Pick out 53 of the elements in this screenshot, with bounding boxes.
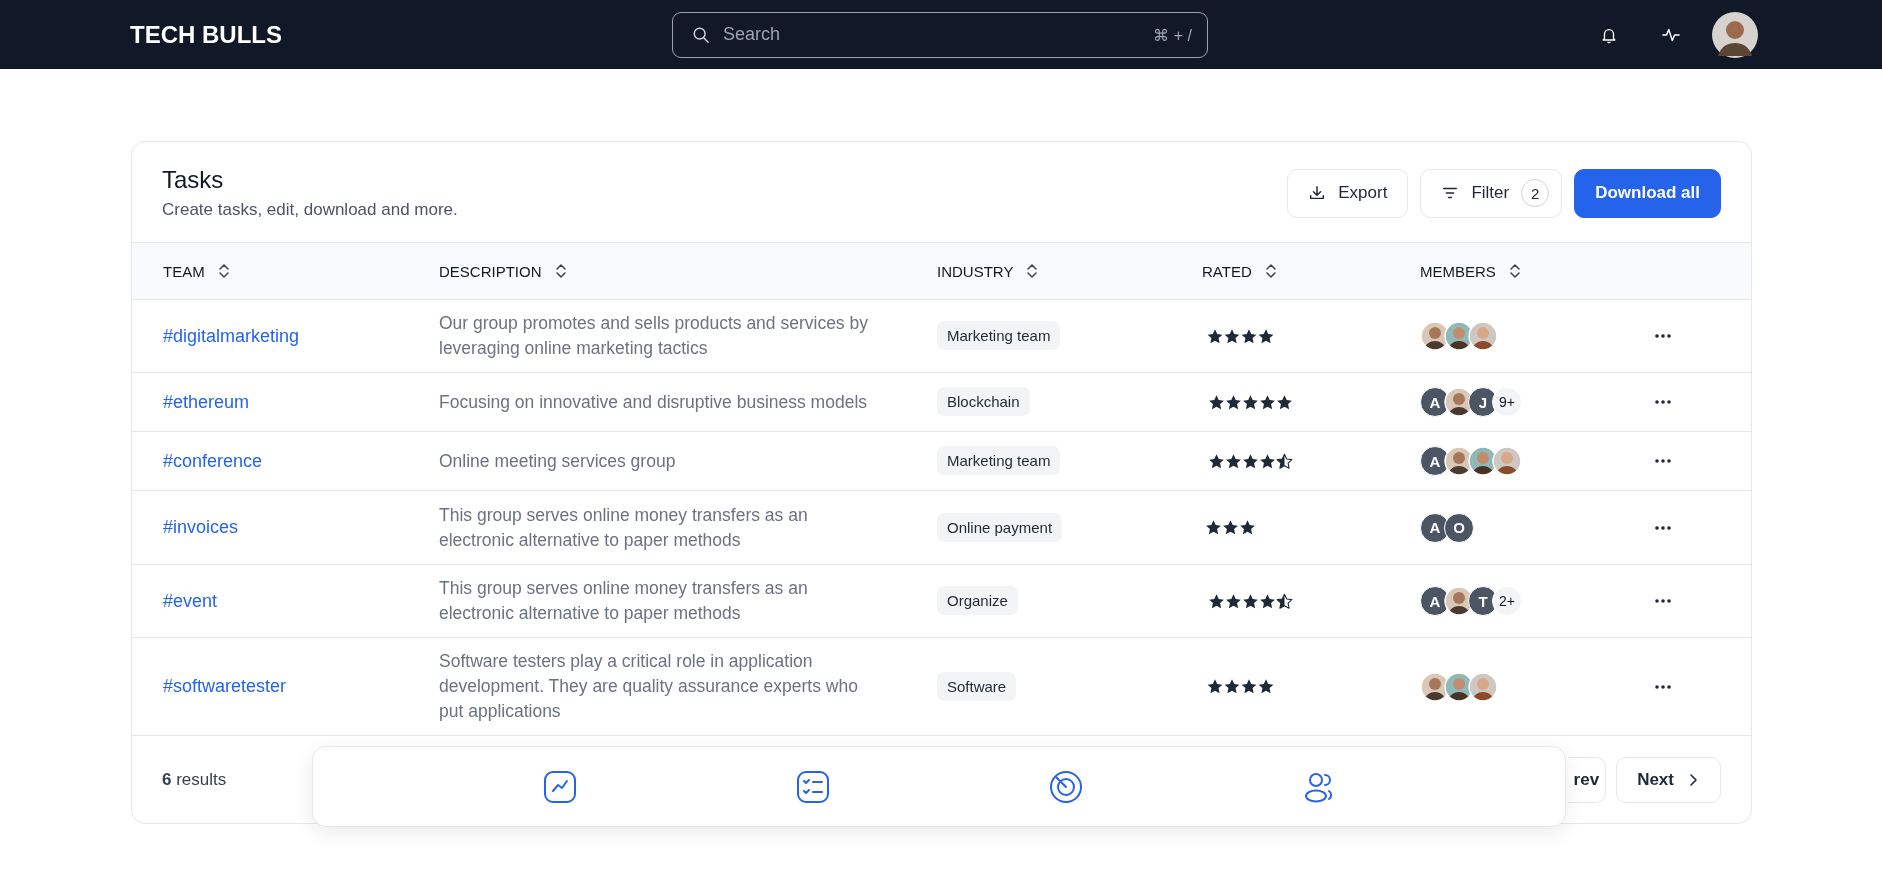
industry-tag: Marketing team <box>937 321 1061 350</box>
team-link[interactable]: #softwaretester <box>163 676 287 696</box>
column-header[interactable]: DESCRIPTION <box>439 262 568 280</box>
team-link[interactable]: #digitalmarketing <box>163 325 300 346</box>
checklist-icon[interactable] <box>794 768 831 805</box>
description-text: Focusing on innovative and disruptive business models <box>439 390 869 414</box>
sort-icon <box>553 263 568 279</box>
description-text: This group serves online money transfers as an electronic alternative to paper methods <box>439 503 809 552</box>
card-subtitle: Create tasks, edit, download and more. <box>162 200 458 220</box>
team-link[interactable]: #invoices <box>163 517 239 537</box>
card-title: Tasks <box>162 166 225 194</box>
sort-icon <box>216 263 231 279</box>
industry-tag: Software <box>937 671 1017 701</box>
more-members-badge: 9+ <box>1492 387 1522 417</box>
industry-tag: Blockchain <box>937 387 1030 416</box>
industry-tag: Online payment <box>937 512 1063 542</box>
target-icon[interactable] <box>1047 768 1084 805</box>
next-button[interactable]: Next <box>1616 756 1721 803</box>
description-text: Online meeting services group <box>439 449 677 473</box>
industry-tag: Organize <box>937 586 1018 615</box>
team-link[interactable]: #event <box>163 590 218 611</box>
team-link[interactable]: #conference <box>163 450 263 471</box>
logo: TECH BULLS <box>130 20 283 49</box>
sort-icon <box>1025 263 1040 279</box>
download-icon <box>1308 184 1327 202</box>
search-icon <box>692 25 710 44</box>
column-header[interactable]: INDUSTRY <box>937 262 1040 280</box>
shortcut-hint: ⌘ + / <box>1153 25 1192 45</box>
description-text: Our group promotes and sells products and services by leveraging online marketing tactics <box>439 312 869 360</box>
ellipsis-icon <box>1654 598 1672 604</box>
team-link[interactable]: #ethereum <box>163 391 250 412</box>
ellipsis-icon <box>1654 333 1672 339</box>
results-count: 6 results <box>162 769 227 790</box>
sort-icon <box>1507 263 1522 279</box>
industry-tag: Marketing team <box>937 446 1061 475</box>
more-members-badge: 2+ <box>1492 586 1522 616</box>
column-header[interactable]: RATED <box>1202 262 1278 280</box>
export-button[interactable]: Export <box>1287 168 1409 218</box>
ellipsis-icon <box>1654 683 1672 690</box>
user-avatar[interactable] <box>1712 11 1758 58</box>
description-text: Software testers play a critical role in application development. They are quality assurance experts who put applications <box>439 650 859 723</box>
chart-icon[interactable] <box>541 768 578 805</box>
sort-icon <box>1263 263 1278 279</box>
description-text: This group serves online money transfers as an electronic alternative to paper methods <box>439 577 809 625</box>
column-header[interactable]: MEMBERS <box>1420 262 1522 280</box>
ellipsis-icon <box>1654 458 1672 464</box>
ellipsis-icon <box>1654 399 1672 405</box>
column-header[interactable]: TEAM <box>163 262 231 280</box>
download-all-button[interactable]: Download all <box>1574 168 1721 218</box>
previous-button[interactable]: rev <box>1568 756 1607 803</box>
ellipsis-icon <box>1654 524 1672 531</box>
filter-button[interactable]: Filter 2 <box>1420 168 1563 218</box>
initial-avatar: O <box>1444 512 1474 543</box>
